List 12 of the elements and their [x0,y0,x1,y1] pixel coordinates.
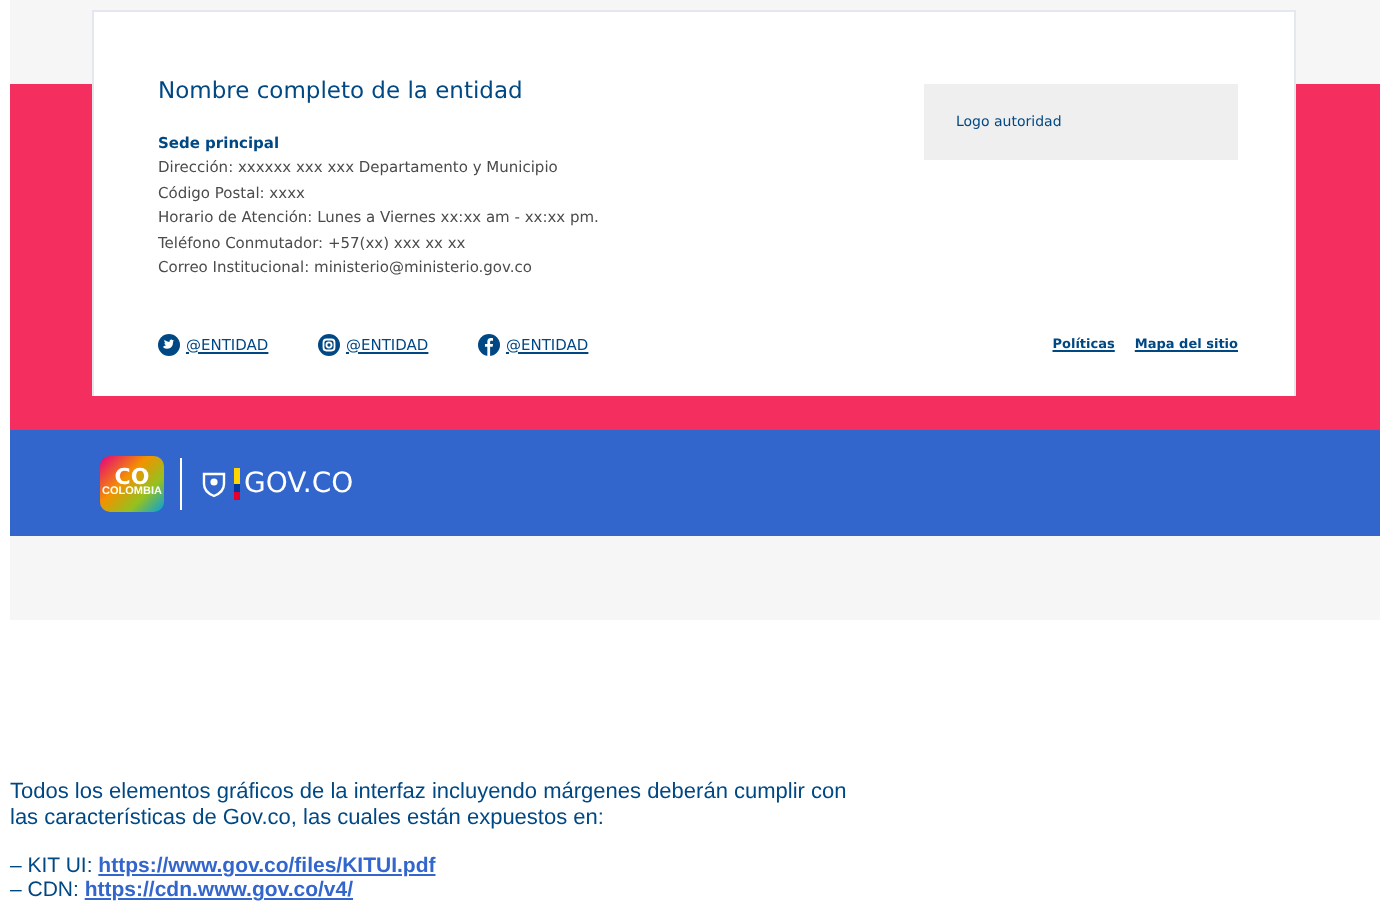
entity-title: Nombre completo de la entidad [158,76,525,104]
link-label: – KIT UI: [10,854,95,878]
bird-icon [158,333,180,355]
flag-stripe-icon [234,467,240,499]
shield-icon [198,467,230,499]
resource-link[interactable]: https://www.gov.co/files/KITUI.pdf [98,854,436,878]
note-paragraph: Todos los elementos gráficos de la interfaz incluyendo márgenes deberán cumplir con las características de Gov.co, las cuales están expuestos en: [10,780,849,832]
resource-link[interactable]: https://cdn.www.gov.co/v4/ [84,878,354,902]
gov-logo[interactable]: GOV.CO [198,467,354,499]
facebook-icon [478,333,500,355]
link-label: – CDN: [10,878,81,902]
instagram-icon [318,333,340,355]
